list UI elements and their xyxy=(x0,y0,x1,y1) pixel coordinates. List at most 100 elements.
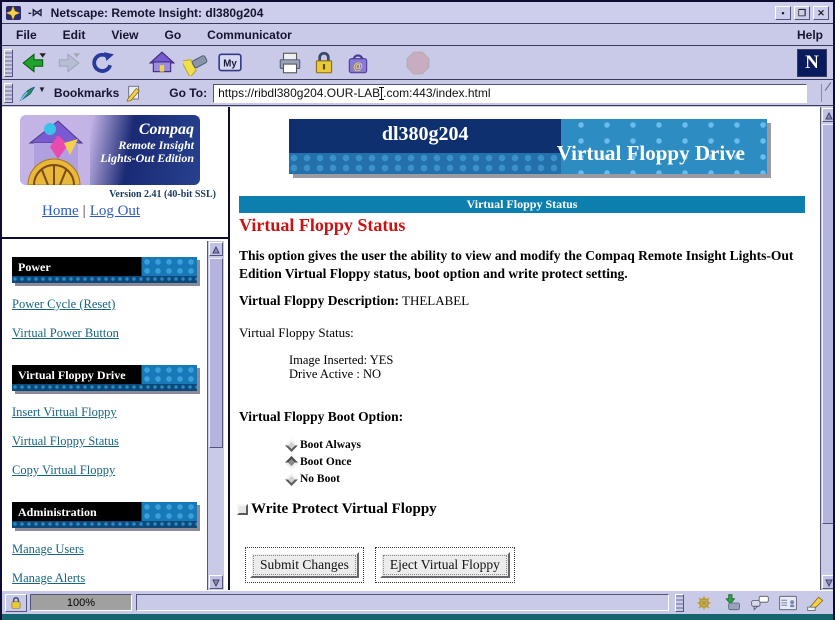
scroll-up-button[interactable] xyxy=(209,242,223,256)
boot-always-option[interactable]: Boot Always xyxy=(287,439,361,451)
shop-button[interactable]: @ xyxy=(343,49,373,77)
location-grip[interactable] xyxy=(4,83,13,104)
logo-illustration-icon xyxy=(20,115,90,185)
progress-indicator: 100% xyxy=(30,594,132,611)
sidebar-link-manage-alerts[interactable]: Manage Alerts xyxy=(12,571,207,586)
window-title: Netscape: Remote Insight: dl380g204 xyxy=(51,6,772,20)
logo-line1: Remote Insight xyxy=(100,139,194,152)
write-protect-checkbox[interactable] xyxy=(237,504,248,515)
logout-link[interactable]: Log Out xyxy=(90,203,140,219)
security-button[interactable] xyxy=(309,49,339,77)
main-scrollbar[interactable] xyxy=(820,107,835,590)
compaq-logo: Compaq Remote Insight Lights-Out Edition xyxy=(20,115,200,185)
goto-label: Go To: xyxy=(169,86,207,100)
version-label: Version 2.41 (40-bit SSL) xyxy=(109,189,216,200)
bookmarks-caret-icon: ▼ xyxy=(38,85,46,94)
scrollbar-thumb[interactable] xyxy=(209,258,223,448)
floppy-description-row: Virtual Floppy Description: THELABEL xyxy=(239,293,469,309)
image-inserted-status: Image Inserted: YES xyxy=(289,353,393,368)
sidebar-link-power-cycle[interactable]: Power Cycle (Reset) xyxy=(12,297,207,312)
home-link[interactable]: Home xyxy=(42,203,79,219)
boot-once-radio[interactable] xyxy=(285,456,298,469)
section-title: Administration xyxy=(18,505,97,520)
component-bar-grip[interactable] xyxy=(675,594,684,612)
sidebar-link-manage-users[interactable]: Manage Users xyxy=(12,542,207,557)
menu-go[interactable]: Go xyxy=(164,28,181,42)
navigation-toolbar: My @ N xyxy=(2,47,833,80)
boot-always-radio[interactable] xyxy=(285,439,298,452)
eject-focus-ring: Eject Virtual Floppy xyxy=(375,547,515,583)
bookmarks-icon xyxy=(17,84,37,102)
menu-communicator[interactable]: Communicator xyxy=(207,28,292,42)
sidebar-nav-frame: Power Power Cycle (Reset) Virtual Power … xyxy=(2,241,228,590)
no-boot-radio[interactable] xyxy=(285,473,298,486)
header-dots-decoration xyxy=(142,257,198,283)
status-bar: 100% xyxy=(2,590,833,614)
header-dots-decoration xyxy=(142,502,198,528)
address-book-component-button[interactable] xyxy=(774,593,802,613)
sidebar-link-virtual-power-button[interactable]: Virtual Power Button xyxy=(12,326,207,341)
eject-virtual-floppy-button[interactable]: Eject Virtual Floppy xyxy=(380,552,510,578)
location-resize-grip[interactable] xyxy=(821,84,829,102)
my-netscape-button[interactable]: My xyxy=(215,49,245,77)
menu-help[interactable]: Help xyxy=(797,28,823,42)
print-button[interactable] xyxy=(275,49,305,77)
section-title: Power xyxy=(18,260,51,275)
menu-view[interactable]: View xyxy=(111,28,138,42)
mailbox-component-button[interactable] xyxy=(718,593,746,613)
reload-button[interactable] xyxy=(87,49,117,77)
title-bar[interactable]: -⋈ Netscape: Remote Insight: dl380g204 ▪… xyxy=(2,2,833,24)
svg-text:My: My xyxy=(223,58,237,69)
scroll-down-button[interactable] xyxy=(209,575,223,589)
sidebar-link-insert-virtual-floppy[interactable]: Insert Virtual Floppy xyxy=(12,405,207,420)
main-frame: dl380g204 Virtual Floppy Drive Virtual F… xyxy=(232,107,835,590)
logo-text: Compaq Remote Insight Lights-Out Edition xyxy=(100,121,194,165)
search-button[interactable] xyxy=(181,49,211,77)
write-protect-option[interactable]: Write Protect Virtual Floppy xyxy=(237,501,437,518)
session-links: Home|Log Out xyxy=(42,203,140,220)
toolbar-grip[interactable] xyxy=(4,49,13,77)
netscape-logo[interactable]: N xyxy=(797,49,827,77)
scroll-down-button[interactable] xyxy=(822,575,835,589)
sidebar-scrollbar[interactable] xyxy=(207,241,224,590)
discussions-component-button[interactable] xyxy=(746,593,774,613)
section-title-bar: Virtual Floppy Status xyxy=(239,196,805,213)
scroll-up-button[interactable] xyxy=(822,108,835,122)
window-menu-icon[interactable]: -⋈ xyxy=(28,6,43,19)
browser-window: -⋈ Netscape: Remote Insight: dl380g204 ▪… xyxy=(0,0,835,620)
sidebar-link-copy-virtual-floppy[interactable]: Copy Virtual Floppy xyxy=(12,463,207,478)
back-button[interactable] xyxy=(19,49,49,77)
forward-button[interactable] xyxy=(53,49,83,77)
lock-icon xyxy=(9,596,23,610)
link-separator: | xyxy=(83,203,86,219)
submit-focus-ring: Submit Changes xyxy=(245,547,364,583)
boot-always-label: Boot Always xyxy=(300,439,361,451)
location-page-icon[interactable] xyxy=(125,84,143,102)
scrollbar-thumb[interactable] xyxy=(822,124,835,524)
home-button[interactable] xyxy=(147,49,177,77)
boot-option-label: Virtual Floppy Boot Option: xyxy=(239,409,403,425)
banner-page-title: Virtual Floppy Drive xyxy=(557,141,745,166)
location-bar: ▼ Bookmarks Go To: https://ribdl380g204.… xyxy=(2,81,833,106)
url-input[interactable]: https://ribdl380g204.OUR-LAB.com:443/ind… xyxy=(213,84,807,103)
menu-edit[interactable]: Edit xyxy=(63,28,86,42)
maximize-button[interactable]: ❐ xyxy=(794,6,810,20)
banner-mid-strip xyxy=(289,153,561,174)
menu-file[interactable]: File xyxy=(16,28,37,42)
close-button[interactable]: ✕ xyxy=(813,6,829,20)
url-text-before: https://ribdl380g204.OUR-LAB xyxy=(218,86,380,100)
window-bottom-edge xyxy=(2,614,833,620)
no-boot-option[interactable]: No Boot xyxy=(287,473,340,485)
section-header-administration: Administration xyxy=(12,502,197,528)
bookmarks-label[interactable]: Bookmarks xyxy=(54,86,119,100)
composer-component-button[interactable] xyxy=(802,593,830,613)
stop-button[interactable] xyxy=(403,49,433,77)
navigator-component-button[interactable] xyxy=(690,593,718,613)
security-lock-indicator[interactable] xyxy=(5,594,27,612)
submit-changes-button[interactable]: Submit Changes xyxy=(250,552,359,578)
boot-once-option[interactable]: Boot Once xyxy=(287,456,351,468)
sidebar-link-virtual-floppy-status[interactable]: Virtual Floppy Status xyxy=(12,434,207,449)
header-dots-decoration xyxy=(142,365,198,391)
intro-text: This option gives the user the ability t… xyxy=(239,247,807,283)
minimize-button[interactable]: ▪ xyxy=(775,6,791,20)
